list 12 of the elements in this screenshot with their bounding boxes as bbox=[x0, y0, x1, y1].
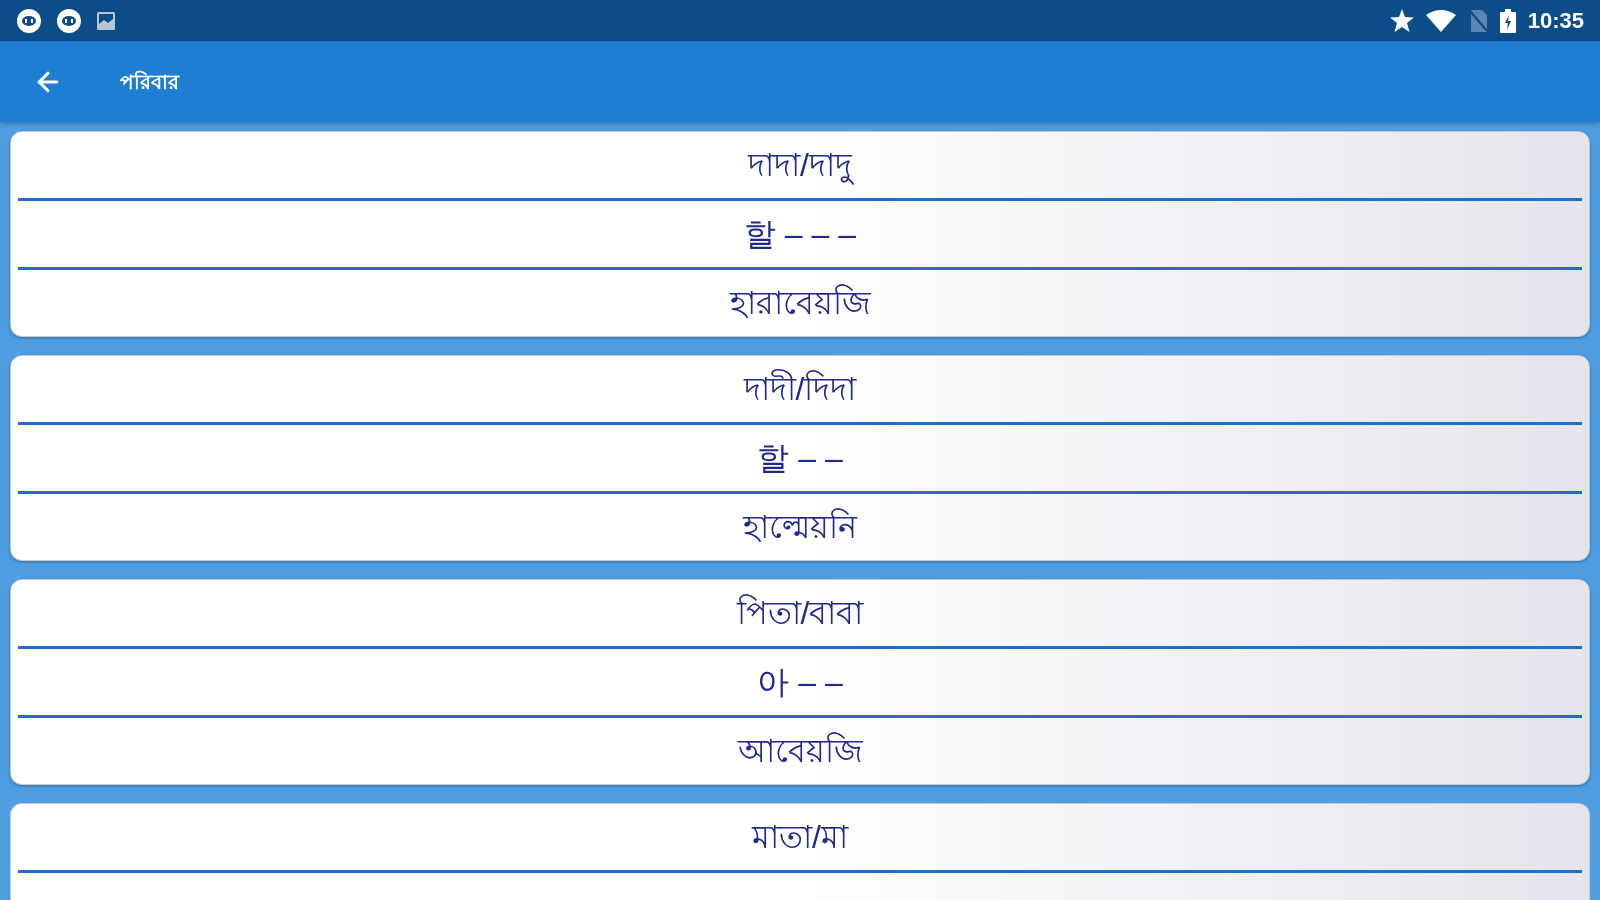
korean-word-text: 할 – – – bbox=[743, 218, 857, 250]
screen-title: পরিবার bbox=[120, 69, 179, 95]
circle-icon bbox=[16, 7, 42, 34]
image-icon bbox=[96, 10, 116, 31]
korean-word-text: 아 – – bbox=[757, 666, 843, 698]
circle-icon bbox=[56, 7, 82, 34]
korean-word-text: 할 – – bbox=[757, 442, 843, 474]
status-time: 10:35 bbox=[1527, 7, 1584, 35]
bengali-word-text: মাতা/মা bbox=[752, 821, 848, 853]
wifi-icon bbox=[1425, 9, 1456, 32]
battery-charging-icon bbox=[1499, 8, 1516, 33]
star-icon bbox=[1389, 9, 1414, 32]
